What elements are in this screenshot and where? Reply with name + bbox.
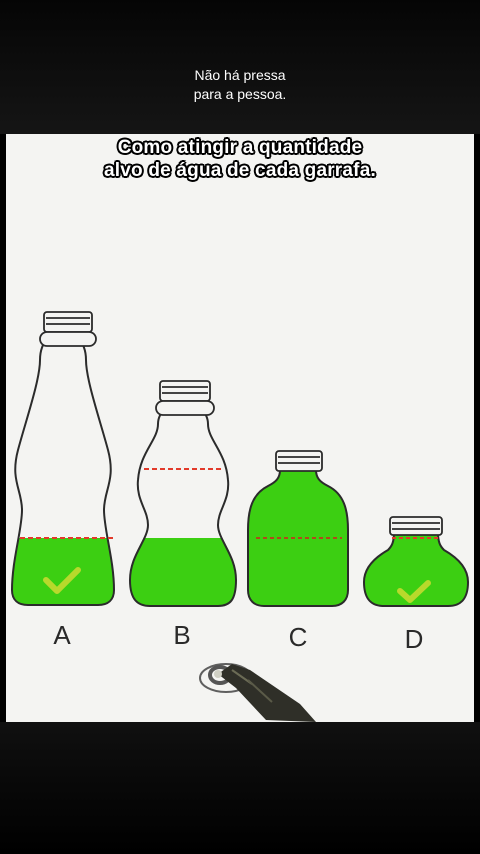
bottle-a-cap	[39, 311, 97, 347]
bottle-b-label: B	[173, 620, 190, 650]
bottle-d-label: D	[405, 624, 424, 654]
bottles-scene: A B C D	[0, 311, 475, 722]
stylus-icon	[199, 663, 316, 722]
puzzle-title-line1: Como atingir a quantidade	[117, 137, 363, 158]
bottle-a[interactable]	[0, 311, 130, 618]
bottle-c-label: C	[289, 622, 308, 652]
bottle-c[interactable]	[240, 450, 360, 620]
bottle-d-cap	[389, 516, 443, 536]
bottle-a-label: A	[53, 620, 71, 650]
bottle-b-cap	[155, 380, 215, 416]
puzzle-title-line2: alvo de água de cada garrafa.	[104, 160, 376, 181]
bottle-b[interactable]	[120, 380, 250, 618]
bottle-c-cap	[275, 450, 323, 472]
bottle-d[interactable]	[360, 516, 475, 620]
